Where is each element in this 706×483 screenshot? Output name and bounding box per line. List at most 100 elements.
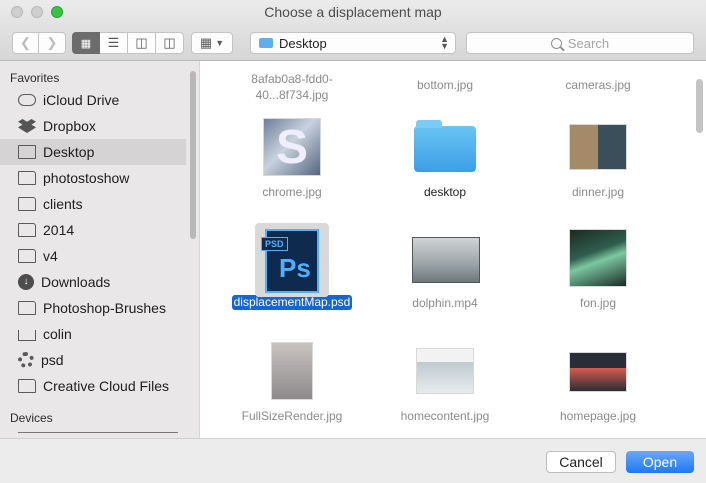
location-label: Desktop [279, 35, 327, 51]
cancel-button[interactable]: Cancel [546, 451, 616, 473]
chevron-left-icon: ❮ [20, 35, 31, 50]
photo-thumbnail-icon [271, 342, 313, 400]
list-view-button[interactable]: ☰ [100, 32, 128, 54]
file-grid-scrollbar[interactable] [696, 79, 703, 133]
file-open-dialog: Choose a displacement map ❮ ❯ ▦ ☰ ◫ ◫ ▦ ▼… [0, 0, 706, 483]
file-item-fon[interactable]: fon.jpg [523, 229, 673, 311]
cover-flow-button[interactable]: ◫ [156, 32, 184, 54]
file-item-8afab0a8[interactable]: 8afab0a8-fdd0-40...8f734.jpg [217, 71, 367, 103]
sidebar-item-photostoshow[interactable]: photostoshow [0, 165, 199, 191]
thumbnail [410, 118, 480, 178]
forward-button[interactable]: ❯ [39, 32, 66, 54]
sidebar-item-label: iCloud Drive [43, 92, 120, 108]
file-name: 8afab0a8-fdd0-40...8f734.jpg [251, 72, 333, 102]
sidebar-item-creative-cloud-files[interactable]: Creative Cloud Files [0, 373, 199, 399]
sidebar-item-label: v4 [43, 248, 58, 264]
sidebar-item-label: Creative Cloud Files [43, 378, 170, 394]
chevron-down-icon: ▼ [215, 38, 225, 48]
sidebar: Favorites iCloud Drive Dropbox Desktop p… [0, 61, 200, 438]
sidebar-header-devices: Devices [10, 411, 53, 425]
file-grid: 8afab0a8-fdd0-40...8f734.jpg bottom.jpg … [200, 61, 706, 438]
file-name: displacementMap.psd [231, 295, 353, 310]
folder-icon [18, 223, 36, 237]
sidebar-item-desktop[interactable]: Desktop [0, 139, 186, 165]
photo-thumbnail-icon [569, 352, 627, 392]
thumbnail [563, 229, 633, 289]
folder-icon [414, 120, 476, 172]
updown-arrows-icon: ▲ ▼ [440, 34, 449, 51]
file-name: FullSizeRender.jpg [241, 409, 343, 423]
window-title: Choose a displacement map [264, 4, 442, 20]
folder-icon [18, 301, 36, 315]
sidebar-item-downloads[interactable]: ↓ Downloads [0, 269, 199, 295]
thumbnail [257, 342, 327, 402]
download-icon: ↓ [18, 274, 34, 290]
sidebar-item-2014[interactable]: 2014 [0, 217, 199, 243]
sidebar-item-clients[interactable]: clients [0, 191, 199, 217]
folder-icon [18, 171, 36, 185]
ps-logo: Ps [279, 253, 311, 283]
dialog-button-bar: Cancel Open [0, 438, 706, 483]
file-name: desktop [423, 185, 467, 199]
sidebar-item-dropbox[interactable]: Dropbox [0, 113, 199, 139]
file-item-displacementmap[interactable]: PSD Ps displacementMap.psd [217, 223, 367, 311]
photoshop-file-icon: PSD Ps [261, 229, 319, 293]
file-name: dinner.jpg [571, 185, 625, 199]
file-name: bottom.jpg [416, 78, 474, 92]
thumbnail: S [257, 118, 327, 178]
list-icon: ☰ [107, 35, 120, 50]
icon-view-button[interactable]: ▦ [72, 32, 100, 54]
sidebar-item-icloud-drive[interactable]: iCloud Drive [0, 87, 199, 113]
photo-thumbnail-icon [416, 348, 474, 394]
file-item-homepage[interactable]: homepage.jpg [523, 342, 673, 424]
gear-icon [18, 352, 34, 368]
thumbnail [410, 229, 480, 289]
thumbnail: PSD Ps [255, 223, 329, 297]
thumbnail [563, 118, 633, 178]
back-button[interactable]: ❮ [12, 32, 39, 54]
file-item-dolphin[interactable]: dolphin.mp4 [370, 229, 520, 311]
file-item-chrome[interactable]: S chrome.jpg [217, 118, 367, 200]
sidebar-item-label: Downloads [41, 274, 111, 290]
sidebar-item-psd[interactable]: psd [0, 347, 199, 373]
file-item-desktop-folder[interactable]: desktop [370, 118, 520, 200]
sidebar-item-label: Desktop [43, 144, 95, 160]
search-placeholder: Search [567, 35, 610, 51]
folder-icon [18, 197, 36, 211]
open-button[interactable]: Open [626, 451, 694, 473]
file-name: fon.jpg [579, 296, 617, 310]
titlebar: Choose a displacement map ❮ ❯ ▦ ☰ ◫ ◫ ▦ ▼… [0, 0, 706, 61]
search-field[interactable]: Search [466, 32, 694, 54]
home-icon [18, 330, 36, 341]
file-item-bottom[interactable]: bottom.jpg [370, 71, 520, 93]
file-name: chrome.jpg [262, 185, 322, 199]
arrange-button[interactable]: ▦ ▼ [191, 32, 233, 54]
sidebar-item-photoshop-brushes[interactable]: Photoshop-Brushes [0, 295, 199, 321]
arrange-grid-icon: ▦ [199, 35, 213, 50]
dropbox-icon [18, 119, 36, 133]
location-popup[interactable]: Desktop ▲ ▼ [250, 32, 456, 54]
sidebar-scrollbar[interactable] [190, 71, 196, 239]
photo-thumbnail-icon [569, 124, 627, 170]
file-item-fullsizerender[interactable]: FullSizeRender.jpg [217, 342, 367, 424]
search-icon [550, 37, 562, 49]
thumbnail [410, 342, 480, 402]
file-item-cameras[interactable]: cameras.jpg [523, 71, 673, 93]
file-item-dinner[interactable]: dinner.jpg [523, 118, 673, 200]
sidebar-item-label: Photoshop-Brushes [43, 300, 166, 316]
video-thumbnail-icon [412, 237, 480, 283]
folder-icon [18, 379, 36, 393]
file-name: cameras.jpg [565, 78, 631, 92]
sidebar-item-label: photostoshow [43, 170, 130, 186]
file-item-homecontent[interactable]: homecontent.jpg [370, 342, 520, 424]
chevron-right-icon: ❯ [46, 35, 58, 50]
sidebar-item-colin[interactable]: colin [0, 321, 199, 347]
column-view-button[interactable]: ◫ [128, 32, 156, 54]
sidebar-item-v4[interactable]: v4 [0, 243, 199, 269]
sidebar-item-label: 2014 [43, 222, 75, 238]
folder-icon [259, 38, 273, 48]
navigation-buttons: ❮ ❯ [12, 32, 66, 54]
chrome-image-icon: S [263, 118, 321, 176]
grid-icon: ▦ [80, 37, 92, 50]
sidebar-item-label: clients [43, 196, 83, 212]
